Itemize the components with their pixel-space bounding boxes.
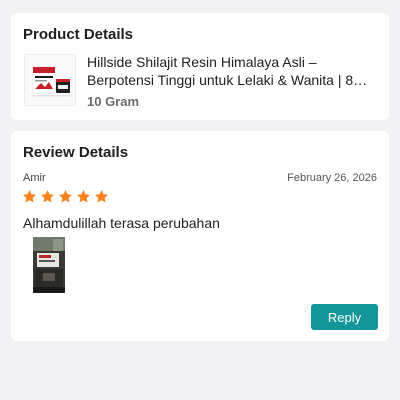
review-photo[interactable] — [33, 237, 65, 293]
product-details-title: Product Details — [23, 26, 134, 43]
reviewer-name: Amir — [23, 172, 46, 184]
star-icon — [58, 189, 73, 204]
star-icon — [76, 189, 91, 204]
star-rating — [22, 189, 109, 204]
star-icon — [94, 189, 109, 204]
review-details-card: Review Details Amir February 26, 2026 Al… — [11, 131, 389, 341]
product-variant: 10 Gram — [87, 94, 140, 109]
review-text: Alhamdulillah terasa perubahan — [23, 215, 220, 231]
reply-button[interactable]: Reply — [311, 304, 378, 330]
review-date: February 26, 2026 — [287, 172, 377, 184]
star-icon — [40, 189, 55, 204]
product-details-card: Product Details Hillside Shilajit Resin … — [11, 13, 389, 120]
star-icon — [22, 189, 37, 204]
product-name[interactable]: Hillside Shilajit Resin Himalaya Asli – … — [87, 53, 379, 89]
review-details-title: Review Details — [23, 144, 129, 161]
product-thumbnail[interactable] — [24, 54, 76, 106]
